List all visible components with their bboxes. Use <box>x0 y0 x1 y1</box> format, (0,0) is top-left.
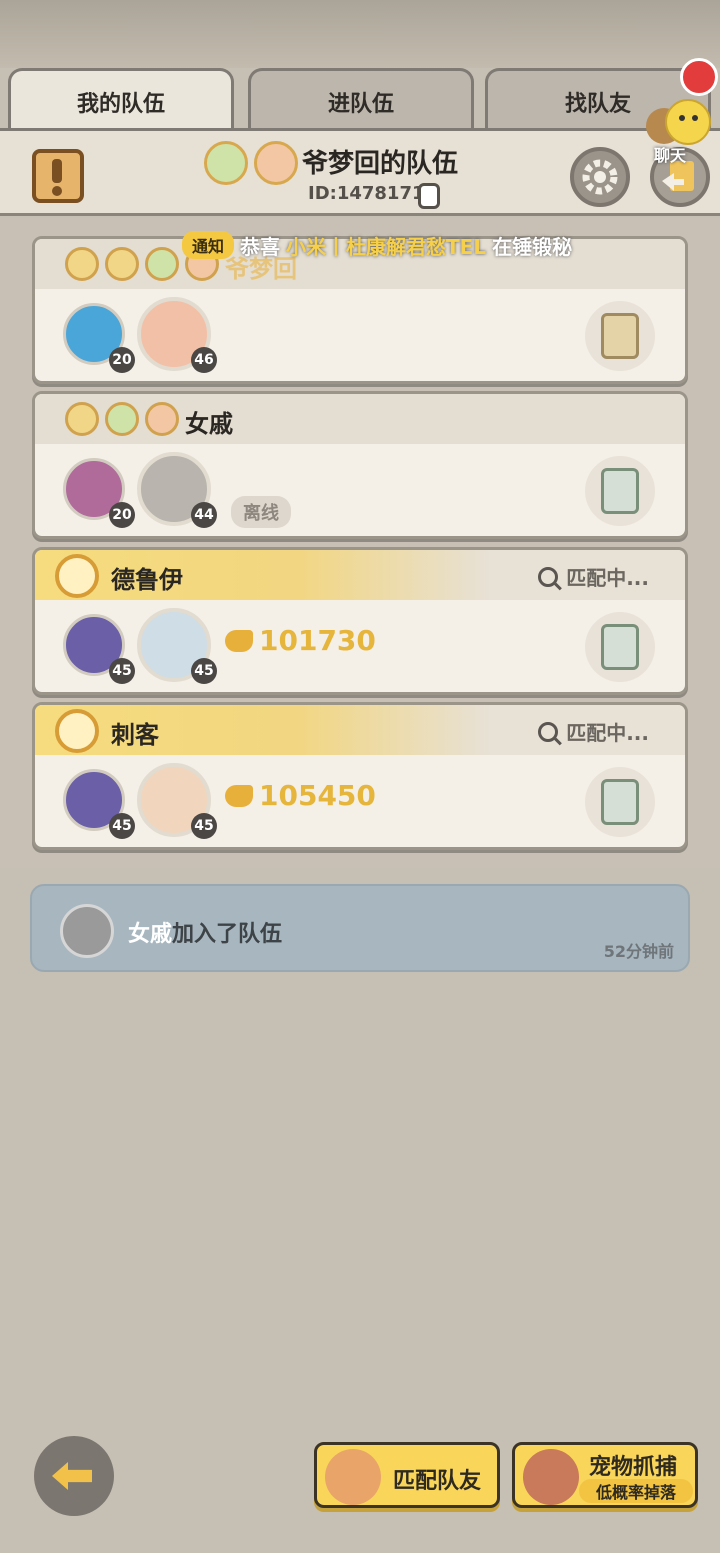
log-message: 女戚加入了队伍 <box>128 916 282 948</box>
combat-power: 101730 <box>225 624 376 657</box>
notification-bell-icon[interactable] <box>680 58 718 96</box>
badge-icon <box>145 402 179 436</box>
pet-level: 20 <box>109 347 135 373</box>
matching-text: 匹配中... <box>566 566 649 590</box>
badge-icon <box>105 247 139 281</box>
recruit-card-header: 刺客 匹配中... <box>35 705 685 755</box>
badge-icon <box>65 247 99 281</box>
strength-arm-icon <box>225 629 253 652</box>
team-name: 爷梦回的队伍 <box>302 149 459 179</box>
member-badges <box>65 402 179 436</box>
card-action-button[interactable] <box>585 612 655 682</box>
match-teammates-label: 匹配队友 <box>393 1469 482 1494</box>
strength-arm-icon <box>225 784 253 807</box>
notification-highlight: 小米丨杜康解君愁TEL <box>286 234 487 259</box>
badge-icon <box>65 402 99 436</box>
badge-icon <box>145 247 179 281</box>
log-timestamp: 52分钟前 <box>603 942 674 961</box>
swap-hand-icon <box>601 624 639 670</box>
log-avatar <box>60 904 114 958</box>
member-name: 女戚 <box>185 410 233 438</box>
match-teammates-button[interactable]: 匹配队友 <box>314 1442 500 1508</box>
card-action-button[interactable] <box>585 456 655 526</box>
combat-power-value: 105450 <box>259 779 376 812</box>
notification-suffix: 在锤锻秘 <box>492 234 573 259</box>
pet-level: 45 <box>109 813 135 839</box>
badge-icon <box>105 402 139 436</box>
hero-level: 46 <box>191 347 217 373</box>
matching-text: 匹配中... <box>566 721 649 745</box>
member-card[interactable]: 女戚 20 44 离线 <box>32 391 688 539</box>
pet-level: 45 <box>109 658 135 684</box>
chat-label: 聊天 <box>654 146 687 165</box>
notification-tag: 通知 <box>182 231 235 259</box>
druid-class-icon <box>55 554 99 598</box>
tab-my-team[interactable]: 我的队伍 <box>8 68 234 132</box>
quest-scroll-icon[interactable] <box>28 147 88 205</box>
pet-level: 20 <box>109 502 135 528</box>
log-action-text: 加入了队伍 <box>172 922 283 947</box>
recruit-card[interactable]: 刺客 匹配中... 45 45 105450 <box>32 702 688 850</box>
pet-capture-button[interactable]: 宠物抓捕 低概率掉落 <box>512 1442 698 1508</box>
copy-icon[interactable] <box>418 183 440 209</box>
search-icon <box>538 721 559 742</box>
hero-level: 45 <box>191 813 217 839</box>
boar-pet-icon <box>523 1449 579 1505</box>
scroll-hand-icon <box>601 313 639 359</box>
matching-status: 匹配中... <box>538 562 649 591</box>
matching-status: 匹配中... <box>538 717 649 746</box>
hero-level: 44 <box>191 502 217 528</box>
team-header: 爷梦回的队伍 ID:1478171 <box>0 128 720 216</box>
hero-level: 45 <box>191 658 217 684</box>
settings-gear-button[interactable] <box>570 147 630 207</box>
tab-join-team[interactable]: 进队伍 <box>248 68 474 132</box>
offline-badge: 离线 <box>231 496 291 528</box>
recruit-role: 刺客 <box>111 721 159 749</box>
team-badge-icon <box>254 141 298 185</box>
pet-capture-label: 宠物抓捕 <box>589 1455 678 1480</box>
magnifier-character-icon <box>325 1449 381 1505</box>
assassin-class-icon <box>55 709 99 753</box>
card-action-button[interactable] <box>585 767 655 837</box>
recruit-role: 德鲁伊 <box>111 566 183 594</box>
team-badge-icon <box>204 141 248 185</box>
swap-hand-icon <box>601 468 639 514</box>
team-badges <box>204 141 298 185</box>
back-button[interactable] <box>34 1436 114 1516</box>
team-activity-log: 女戚加入了队伍 52分钟前 <box>30 884 690 972</box>
recruit-card-header: 德鲁伊 匹配中... <box>35 550 685 600</box>
back-arrow-icon <box>52 1462 92 1490</box>
log-member-name: 女戚 <box>128 922 173 947</box>
notification-banner: 通知 恭喜 小米丨杜康解君愁TEL 在锤锻秘 <box>182 231 573 259</box>
top-band <box>0 0 720 68</box>
member-card-header: 女戚 <box>35 394 685 444</box>
notification-prefix: 恭喜 <box>240 234 281 259</box>
combat-power: 105450 <box>225 779 376 812</box>
combat-power-value: 101730 <box>259 624 376 657</box>
swap-hand-icon <box>601 779 639 825</box>
search-icon <box>538 566 559 587</box>
card-action-button[interactable] <box>585 301 655 371</box>
team-id: ID:1478171 <box>308 183 425 204</box>
recruit-card[interactable]: 德鲁伊 匹配中... 45 45 101730 <box>32 547 688 695</box>
pet-capture-sublabel: 低概率掉落 <box>579 1479 693 1503</box>
